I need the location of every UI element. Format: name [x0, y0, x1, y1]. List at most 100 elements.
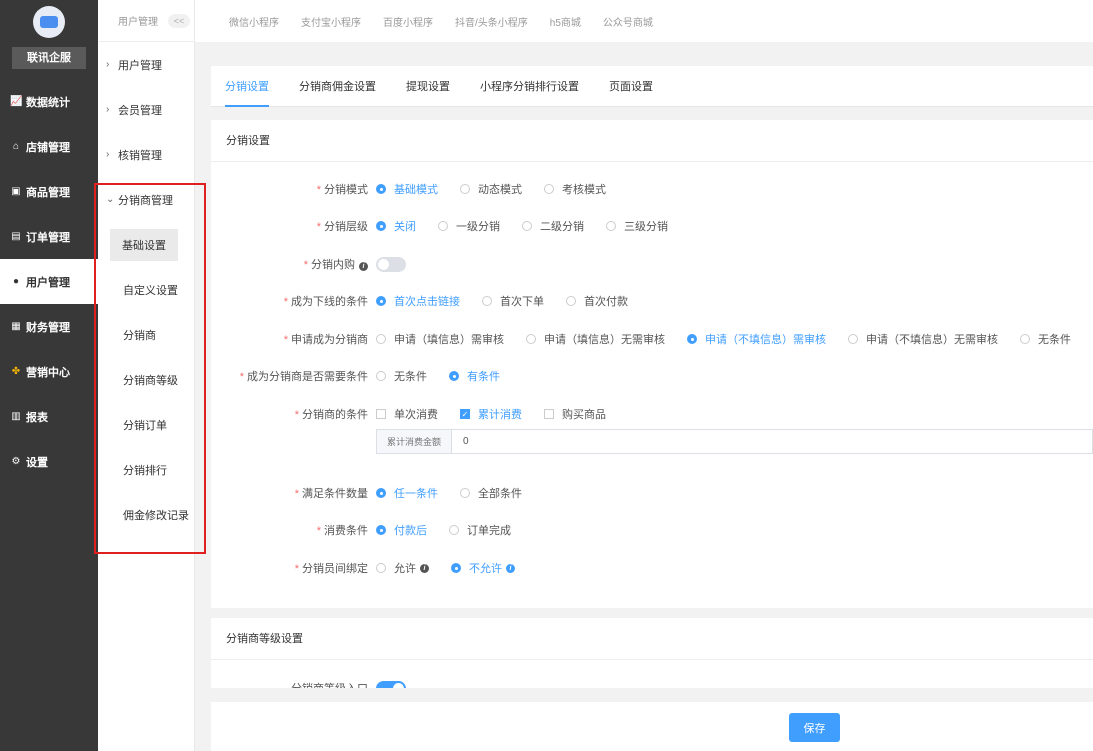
menu-label: 商品管理	[26, 186, 70, 199]
store-icon: ⌂	[12, 141, 20, 152]
tab-commission-settings[interactable]: 分销商佣金设置	[299, 66, 376, 107]
goods-icon: ▣	[11, 186, 21, 197]
radio-order-complete[interactable]: 订单完成	[449, 522, 511, 538]
menu-item-marketing[interactable]: ✤ 营销中心	[0, 349, 98, 394]
menu-item-goods[interactable]: ▣ 商品管理	[0, 169, 98, 214]
radio-all-conditions[interactable]: 全部条件	[460, 485, 522, 501]
subnav-item-ranking[interactable]: 分销排行	[98, 447, 194, 492]
tab-withdraw-settings[interactable]: 提现设置	[406, 66, 450, 107]
subnav-item-distributor-levels[interactable]: 分销商等级	[98, 357, 194, 402]
radio-no-condition[interactable]: 无条件	[376, 368, 427, 384]
radio-apply-2[interactable]: 申请（填信息）无需审核	[526, 331, 665, 347]
field-label: * 分销内购 i	[211, 256, 368, 272]
platform-tab[interactable]: 微信小程序	[229, 14, 279, 29]
level-entry-toggle[interactable]	[376, 680, 406, 688]
subnav-header: 用户管理 <<	[98, 0, 194, 42]
chevron-down-icon: ⌄	[106, 194, 115, 205]
level-settings-card: 分销商等级设置 分销商等级入口	[211, 618, 1093, 688]
save-button[interactable]: 保存	[789, 713, 840, 742]
field-label: * 成为下线的条件	[283, 296, 368, 308]
radio-disallow-binding[interactable]: 不允许 i	[451, 560, 515, 576]
subnav-item-label: 佣金修改记录	[123, 509, 189, 522]
menu-label: 数据统计	[26, 96, 70, 109]
radio-allow-binding[interactable]: 允许 i	[376, 560, 429, 576]
subnav-group-distributors[interactable]: ⌄ 分销商管理	[98, 177, 194, 222]
menu-label: 订单管理	[26, 231, 70, 244]
radio-mode-dynamic[interactable]: 动态模式	[460, 181, 522, 197]
subnav-item-label: 分销订单	[123, 419, 167, 432]
checkbox-cumulative-purchase[interactable]: ✓ 累计消费	[460, 406, 522, 422]
tab-page-settings[interactable]: 页面设置	[609, 66, 653, 107]
subnav-group-label: 用户管理	[118, 59, 162, 72]
info-icon[interactable]: i	[506, 563, 515, 573]
cumulative-amount-field[interactable]: 累计消费金额 0	[376, 429, 1093, 454]
platform-tab[interactable]: 公众号商城	[603, 14, 653, 29]
menu-item-report[interactable]: ▥ 报表	[0, 394, 98, 439]
radio-apply-5[interactable]: 无条件	[1020, 331, 1071, 347]
radio-mode-basic[interactable]: 基础模式	[376, 181, 438, 197]
subnav-item-custom-settings[interactable]: 自定义设置	[98, 267, 194, 312]
field-label: * 申请成为分销商	[283, 334, 368, 346]
menu-item-stats[interactable]: 📈 数据统计	[0, 79, 98, 124]
subnav-item-label: 基础设置	[110, 228, 178, 261]
radio-apply-1[interactable]: 申请（填信息）需审核	[376, 331, 504, 347]
field-label: * 分销层级	[316, 221, 368, 233]
settings-icon: ⚙	[11, 456, 21, 467]
radio-mode-assess[interactable]: 考核模式	[544, 181, 606, 197]
subnav-item-basic-settings[interactable]: 基础设置	[98, 222, 194, 267]
radio-level-2[interactable]: 二级分销	[522, 218, 584, 234]
tab-ranking-settings[interactable]: 小程序分销排行设置	[480, 66, 579, 107]
menu-label: 营销中心	[26, 366, 70, 379]
radio-downline-pay[interactable]: 首次付款	[566, 293, 628, 309]
card-title: 分销商等级设置	[211, 618, 1093, 660]
order-icon: ▤	[11, 231, 21, 242]
subnav-group-label: 分销商管理	[118, 194, 173, 207]
internal-purchase-toggle[interactable]	[376, 256, 406, 272]
menu-item-store[interactable]: ⌂ 店铺管理	[0, 124, 98, 169]
finance-icon: ▦	[11, 321, 21, 332]
info-icon[interactable]: i	[420, 563, 429, 573]
tab-distribution-settings[interactable]: 分销设置	[225, 66, 269, 107]
subnav-item-commission-log[interactable]: 佣金修改记录	[98, 492, 194, 537]
field-label: * 分销商的条件	[294, 409, 368, 421]
radio-downline-order[interactable]: 首次下单	[482, 293, 544, 309]
subnav-item-distributors[interactable]: 分销商	[98, 312, 194, 357]
checkbox-single-purchase[interactable]: 单次消费	[376, 406, 438, 422]
menu-item-users[interactable]: ● 用户管理	[0, 259, 98, 304]
radio-apply-3[interactable]: 申请（不填信息）需审核	[687, 331, 826, 347]
platform-tab[interactable]: 百度小程序	[383, 14, 433, 29]
radio-has-condition[interactable]: 有条件	[449, 368, 500, 384]
menu-item-settings[interactable]: ⚙ 设置	[0, 439, 98, 484]
chevron-right-icon: ›	[106, 149, 110, 160]
platform-tab[interactable]: h5商城	[550, 14, 581, 29]
subnav-group-users[interactable]: › 用户管理	[98, 42, 194, 87]
subnav-item-label: 分销商等级	[123, 374, 178, 387]
platform-tab[interactable]: 抖音/头条小程序	[455, 14, 528, 29]
brand-name: 联讯企服	[12, 47, 86, 69]
footer-bar: 保存	[211, 702, 1093, 751]
menu-item-orders[interactable]: ▤ 订单管理	[0, 214, 98, 259]
card-title: 分销设置	[211, 120, 1093, 162]
user-icon: ●	[12, 276, 20, 287]
radio-level-1[interactable]: 一级分销	[438, 218, 500, 234]
collapse-button[interactable]: <<	[168, 13, 190, 28]
radio-apply-4[interactable]: 申请（不填信息）无需审核	[848, 331, 998, 347]
subnav-item-label: 自定义设置	[123, 284, 178, 297]
checkbox-buy-goods[interactable]: 购买商品	[544, 406, 606, 422]
info-icon[interactable]: i	[359, 262, 368, 271]
radio-level-off[interactable]: 关闭	[376, 218, 416, 234]
radio-any-condition[interactable]: 任一条件	[376, 485, 438, 501]
menu-item-finance[interactable]: ▦ 财务管理	[0, 304, 98, 349]
field-label: 分销商等级入口	[211, 680, 368, 688]
radio-downline-click[interactable]: 首次点击链接	[376, 293, 460, 309]
subnav-item-distribution-orders[interactable]: 分销订单	[98, 402, 194, 447]
amount-input[interactable]: 0	[452, 430, 469, 453]
subnav-group-members[interactable]: › 会员管理	[98, 87, 194, 132]
subnav-group-verify[interactable]: › 核销管理	[98, 132, 194, 177]
menu-label: 财务管理	[26, 321, 70, 334]
radio-after-payment[interactable]: 付款后	[376, 522, 427, 538]
subnav-group-label: 核销管理	[118, 149, 162, 162]
subnav-item-label: 分销商	[123, 329, 156, 342]
radio-level-3[interactable]: 三级分销	[606, 218, 668, 234]
platform-tab[interactable]: 支付宝小程序	[301, 14, 361, 29]
